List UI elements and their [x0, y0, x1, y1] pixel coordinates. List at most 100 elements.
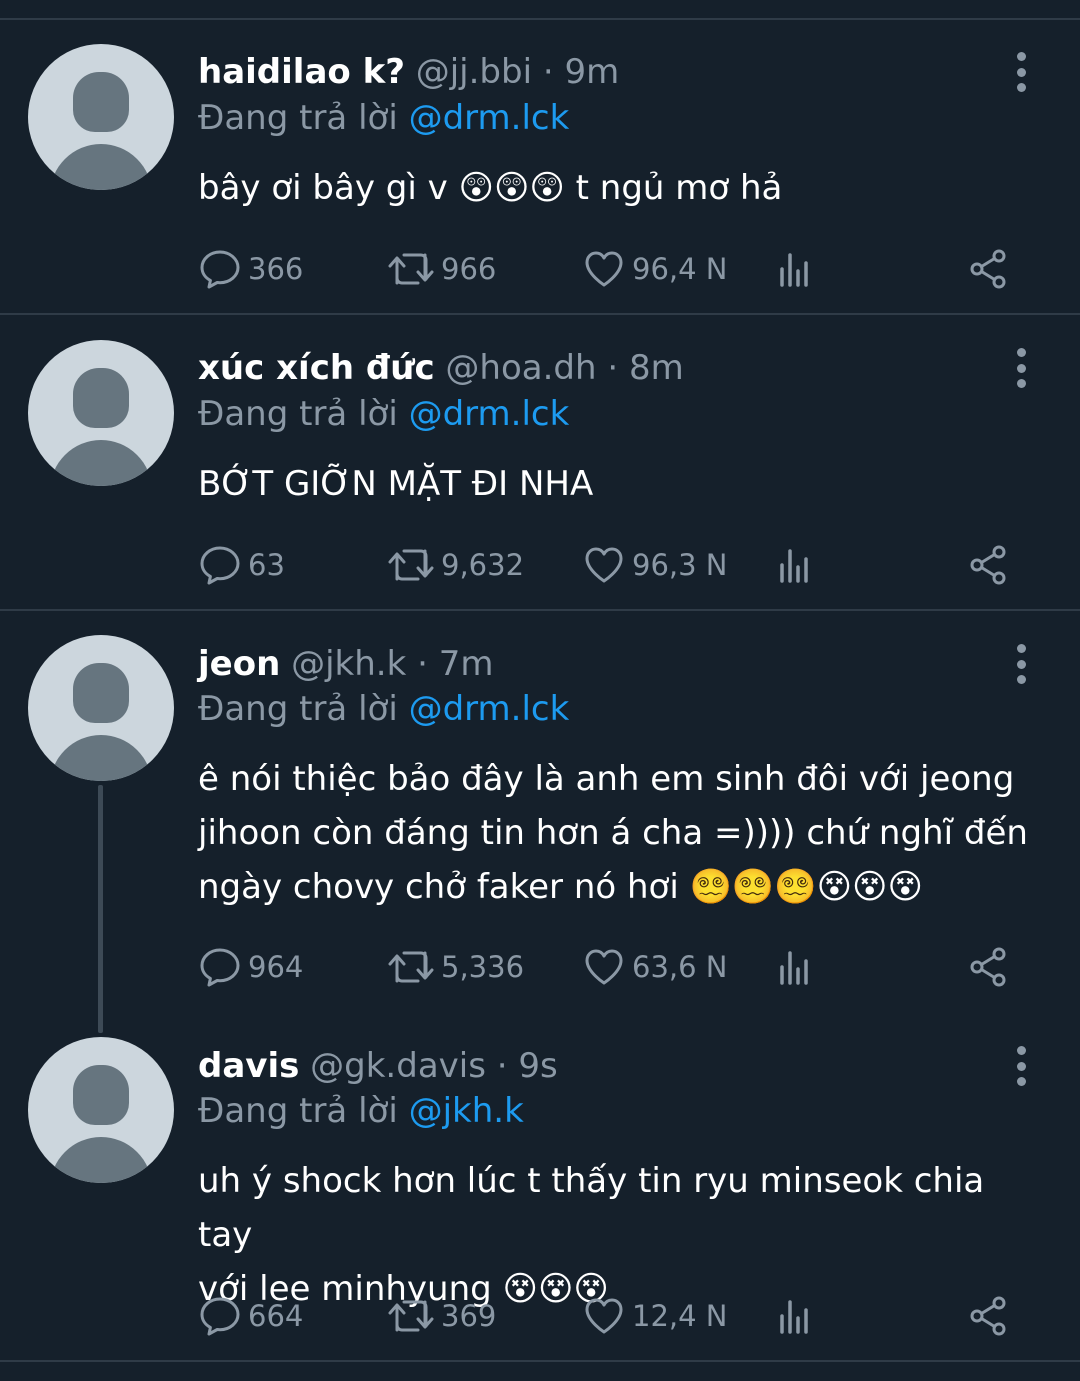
analytics-icon	[776, 1294, 816, 1338]
avatar-body	[50, 1137, 152, 1183]
retweet-count: 5,336	[441, 950, 525, 984]
share-icon	[966, 1294, 1010, 1338]
tweet-text-line: jihoon còn đáng tin hơn á cha =)))) chứ …	[198, 813, 1028, 853]
analytics-icon	[776, 247, 816, 291]
share-button[interactable]	[966, 942, 1010, 992]
reply-bubble-icon	[198, 543, 242, 587]
replying-to-handle[interactable]: @jkh.k	[409, 1091, 524, 1131]
tweet[interactable]: haidilao k? @jj.bbi · 9m Đang trả lời @d…	[0, 20, 1080, 315]
tweet-text-line: uh ý shock hơn lúc t thấy tin ryu minseo…	[198, 1161, 985, 1255]
like-button[interactable]: 96,4 N	[582, 244, 727, 294]
tweet[interactable]: davis @gk.davis · 9s Đang trả lời @jkh.k…	[0, 1016, 1080, 1362]
avatar-body	[50, 735, 152, 781]
reply-bubble-icon	[198, 247, 242, 291]
retweet-count: 369	[441, 1299, 497, 1333]
user-handle[interactable]: @hoa.dh	[445, 348, 596, 388]
tweet[interactable]: xúc xích đức @hoa.dh · 8m Đang trả lời @…	[0, 315, 1080, 611]
views-button[interactable]	[776, 942, 816, 992]
replying-to-handle[interactable]: @drm.lck	[409, 98, 570, 138]
avatar-head	[73, 368, 129, 428]
avatar-head	[73, 663, 129, 723]
share-icon	[966, 247, 1010, 291]
retweet-icon	[387, 1294, 435, 1338]
retweet-button[interactable]: 369	[387, 1291, 496, 1341]
avatar-body	[50, 440, 152, 486]
like-count: 12,4 N	[632, 1299, 728, 1333]
heart-icon	[582, 945, 626, 989]
analytics-icon	[776, 945, 816, 989]
like-button[interactable]: 12,4 N	[582, 1291, 727, 1341]
replying-to-label: Đang trả lời	[198, 394, 398, 434]
tweet-text: BỚT GIỠN MẶT ĐI NHA	[198, 457, 1028, 511]
retweet-button[interactable]: 966	[387, 244, 496, 294]
replying-to: Đang trả lời @drm.lck	[198, 96, 569, 140]
views-button[interactable]	[776, 1291, 816, 1341]
tweet-header: xúc xích đức @hoa.dh · 8m	[198, 346, 684, 390]
retweet-icon	[387, 945, 435, 989]
views-button[interactable]	[776, 244, 816, 294]
thread-connector	[98, 785, 103, 1033]
more-vertical-icon[interactable]	[1006, 1046, 1036, 1086]
timestamp[interactable]: 8m	[629, 348, 684, 388]
display-name[interactable]: jeon	[198, 644, 280, 684]
like-button[interactable]: 96,3 N	[582, 540, 727, 590]
reply-button[interactable]: 964	[198, 942, 303, 992]
more-vertical-icon[interactable]	[1006, 52, 1036, 92]
more-vertical-icon[interactable]	[1006, 644, 1036, 684]
reply-count: 664	[248, 1299, 304, 1333]
tweet-actions: 664 369 12,4 N	[0, 1291, 1080, 1341]
tweet-text-line: ngày chovy chở faker nó hơi 😵‍💫😵‍💫😵‍💫😵😵😵	[198, 867, 923, 907]
reply-bubble-icon	[198, 1294, 242, 1338]
reply-bubble-icon	[198, 945, 242, 989]
avatar-head	[73, 72, 129, 132]
separator-dot: ·	[607, 348, 619, 388]
tweet-header: davis @gk.davis · 9s	[198, 1044, 558, 1088]
tweet[interactable]: jeon @jkh.k · 7m Đang trả lời @drm.lck ê…	[0, 611, 1080, 1033]
timestamp[interactable]: 9m	[564, 52, 619, 92]
replying-to: Đang trả lời @drm.lck	[198, 687, 569, 731]
like-count: 96,4 N	[632, 252, 728, 286]
retweet-button[interactable]: 5,336	[387, 942, 524, 992]
user-handle[interactable]: @gk.davis	[310, 1046, 486, 1086]
reply-button[interactable]: 366	[198, 244, 303, 294]
like-button[interactable]: 63,6 N	[582, 942, 727, 992]
retweet-button[interactable]: 9,632	[387, 540, 524, 590]
share-button[interactable]	[966, 244, 1010, 294]
heart-icon	[582, 1294, 626, 1338]
display-name[interactable]: haidilao k?	[198, 52, 405, 92]
replying-to: Đang trả lời @jkh.k	[198, 1089, 524, 1133]
avatar[interactable]	[28, 635, 174, 781]
avatar[interactable]	[28, 1037, 174, 1183]
views-button[interactable]	[776, 540, 816, 590]
replying-to-handle[interactable]: @drm.lck	[409, 689, 570, 729]
display-name[interactable]: davis	[198, 1046, 299, 1086]
retweet-icon	[387, 247, 435, 291]
replying-to-handle[interactable]: @drm.lck	[409, 394, 570, 434]
tweet-text-line: bây ơi bây gì v 😲😲😲 t ngủ mơ hả	[198, 168, 783, 208]
reply-button[interactable]: 664	[198, 1291, 303, 1341]
user-handle[interactable]: @jkh.k	[291, 644, 406, 684]
display-name[interactable]: xúc xích đức	[198, 348, 435, 388]
tweet-header: haidilao k? @jj.bbi · 9m	[198, 50, 619, 94]
tweet-header: jeon @jkh.k · 7m	[198, 642, 493, 686]
user-handle[interactable]: @jj.bbi	[416, 52, 532, 92]
avatar[interactable]	[28, 44, 174, 190]
tweet-actions: 63 9,632 96,3 N	[0, 540, 1080, 590]
avatar[interactable]	[28, 340, 174, 486]
share-button[interactable]	[966, 540, 1010, 590]
tweet-text: bây ơi bây gì v 😲😲😲 t ngủ mơ hả	[198, 161, 1028, 215]
analytics-icon	[776, 543, 816, 587]
heart-icon	[582, 543, 626, 587]
tweet-actions: 964 5,336 63,6 N	[0, 942, 1080, 992]
reply-count: 63	[248, 548, 285, 582]
like-count: 96,3 N	[632, 548, 728, 582]
more-vertical-icon[interactable]	[1006, 348, 1036, 388]
reply-button[interactable]: 63	[198, 540, 285, 590]
share-button[interactable]	[966, 1291, 1010, 1341]
heart-icon	[582, 247, 626, 291]
timestamp[interactable]: 9s	[518, 1046, 557, 1086]
tweet-text: ê nói thiệc bảo đây là anh em sinh đôi v…	[198, 752, 1028, 914]
retweet-icon	[387, 543, 435, 587]
timestamp[interactable]: 7m	[439, 644, 494, 684]
replying-to: Đang trả lời @drm.lck	[198, 392, 569, 436]
